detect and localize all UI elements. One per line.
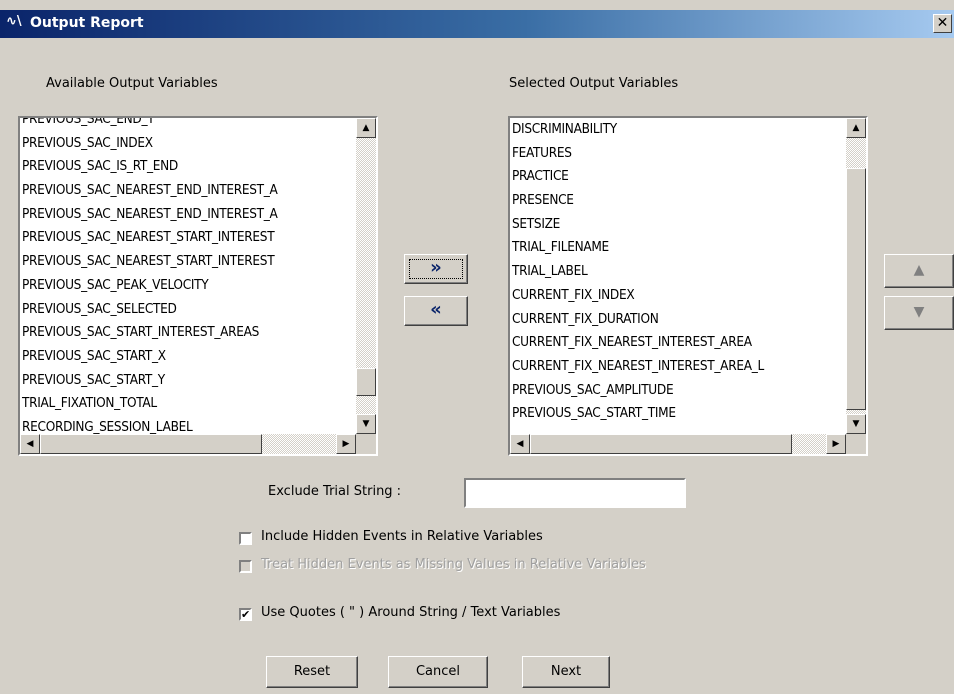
- add-variable-button[interactable]: »: [404, 254, 468, 284]
- available-vertical-scrollbar[interactable]: ▲ ▼: [356, 118, 376, 434]
- selected-scroll-corner: [846, 434, 866, 454]
- list-item[interactable]: PREVIOUS_SAC_IS_RT_END: [20, 155, 356, 179]
- available-scroll-right-button[interactable]: ▶: [336, 434, 356, 454]
- scroll-left-icon: ◀: [516, 439, 524, 449]
- list-item[interactable]: CURRENT_FIX_NEAREST_INTEREST_AREA: [510, 331, 846, 355]
- selected-items-container: DISCRIMINABILITY FEATURES PRACTICE PRESENCE…: [510, 118, 846, 434]
- available-variables-list[interactable]: PREVIOUS_SAC_END_Y PREVIOUS_SAC_INDEX PREV…: [18, 116, 378, 456]
- include-hidden-events-label: Include Hidden Events in Relative Variab…: [261, 529, 543, 544]
- list-item[interactable]: PREVIOUS_SAC_END_Y: [20, 118, 356, 132]
- available-scroll-corner: [356, 434, 376, 454]
- move-up-button[interactable]: ▲: [884, 254, 954, 288]
- exclude-trial-string-input[interactable]: [464, 478, 686, 508]
- remove-variable-button[interactable]: «: [404, 296, 468, 326]
- list-item[interactable]: RECORDING_SESSION_LABEL: [20, 416, 356, 434]
- cancel-button[interactable]: Cancel: [388, 656, 488, 688]
- use-quotes-checkbox[interactable]: ✔: [239, 608, 252, 621]
- list-item[interactable]: PREVIOUS_SAC_START_INTEREST_AREAS: [20, 321, 356, 345]
- check-icon: ✔: [241, 608, 251, 621]
- scroll-down-icon: ▼: [362, 419, 370, 429]
- close-button[interactable]: ✕: [933, 14, 952, 33]
- available-vertical-scroll-thumb[interactable]: [356, 368, 376, 396]
- list-item[interactable]: PREVIOUS_SAC_NEAREST_START_INTEREST: [20, 226, 356, 250]
- selected-scroll-up-button[interactable]: ▲: [846, 118, 866, 138]
- list-item[interactable]: PREVIOUS_SAC_START_TIME: [510, 402, 846, 426]
- list-item[interactable]: TRIAL_FILENAME: [510, 236, 846, 260]
- move-down-button[interactable]: ▼: [884, 296, 954, 330]
- list-item[interactable]: PREVIOUS_SAC_NEAREST_START_INTEREST: [20, 250, 356, 274]
- selected-vertical-scroll-thumb[interactable]: [846, 168, 866, 410]
- scroll-left-icon: ◀: [26, 439, 34, 449]
- available-horizontal-scroll-thumb[interactable]: [40, 434, 262, 454]
- window-title: Output Report: [30, 15, 144, 31]
- list-item[interactable]: PREVIOUS_SAC_NEAREST_END_INTEREST_A: [20, 179, 356, 203]
- list-item[interactable]: PREVIOUS_SAC_PEAK_VELOCITY: [20, 274, 356, 298]
- scroll-up-icon: ▲: [362, 123, 370, 133]
- reset-button[interactable]: Reset: [266, 656, 358, 688]
- list-item[interactable]: PREVIOUS_SAC_INDEX: [20, 132, 356, 156]
- next-button[interactable]: Next: [522, 656, 610, 688]
- list-item[interactable]: CURRENT_FIX_INDEX: [510, 284, 846, 308]
- selected-scroll-left-button[interactable]: ◀: [510, 434, 530, 454]
- triangle-down-icon: ▼: [913, 304, 925, 320]
- include-hidden-events-checkbox[interactable]: [239, 532, 252, 545]
- selected-vertical-scrollbar[interactable]: ▲ ▼: [846, 118, 866, 434]
- focus-rectangle: [409, 259, 463, 279]
- available-scroll-up-button[interactable]: ▲: [356, 118, 376, 138]
- selected-horizontal-scrollbar[interactable]: ◀ ▶: [510, 434, 846, 454]
- available-items-container: PREVIOUS_SAC_END_Y PREVIOUS_SAC_INDEX PREV…: [20, 118, 356, 434]
- exclude-trial-string-label: Exclude Trial String :: [268, 484, 402, 499]
- list-item[interactable]: FEATURES: [510, 142, 846, 166]
- selected-scroll-down-button[interactable]: ▼: [846, 414, 866, 434]
- list-item[interactable]: PRESENCE: [510, 189, 846, 213]
- list-item[interactable]: PREVIOUS_SAC_AMPLITUDE: [510, 379, 846, 403]
- scroll-down-icon: ▼: [852, 419, 860, 429]
- selected-variables-label: Selected Output Variables: [509, 76, 679, 91]
- list-item[interactable]: SETSIZE: [510, 213, 846, 237]
- scroll-right-icon: ▶: [832, 439, 840, 449]
- selected-variables-list[interactable]: DISCRIMINABILITY FEATURES PRACTICE PRESENCE…: [508, 116, 868, 456]
- list-item[interactable]: PREVIOUS_SAC_SELECTED: [20, 298, 356, 322]
- available-scroll-left-button[interactable]: ◀: [20, 434, 40, 454]
- available-horizontal-scrollbar[interactable]: ◀ ▶: [20, 434, 356, 454]
- list-item[interactable]: TRIAL_LABEL: [510, 260, 846, 284]
- list-item[interactable]: PREVIOUS_SAC_NEAREST_END_INTEREST_A: [20, 203, 356, 227]
- close-icon: ✕: [936, 15, 949, 31]
- app-icon: ∿\: [6, 14, 22, 29]
- triangle-up-icon: ▲: [913, 262, 925, 278]
- use-quotes-label: Use Quotes ( " ) Around String / Text Va…: [261, 605, 561, 620]
- available-scroll-down-button[interactable]: ▼: [356, 414, 376, 434]
- treat-hidden-events-checkbox: [239, 560, 252, 573]
- list-item[interactable]: CURRENT_FIX_DURATION: [510, 308, 846, 332]
- list-item[interactable]: PREVIOUS_SAC_START_X: [20, 345, 356, 369]
- list-item[interactable]: PREVIOUS_SAC_START_Y: [20, 369, 356, 393]
- list-item[interactable]: PRACTICE: [510, 165, 846, 189]
- selected-scroll-right-button[interactable]: ▶: [826, 434, 846, 454]
- available-variables-label: Available Output Variables: [46, 76, 218, 91]
- selected-horizontal-scroll-thumb[interactable]: [530, 434, 792, 454]
- list-item[interactable]: CURRENT_FIX_NEAREST_INTEREST_AREA_L: [510, 355, 846, 379]
- list-item[interactable]: DISCRIMINABILITY: [510, 118, 846, 142]
- double-left-arrow-icon: «: [430, 299, 442, 320]
- title-bar: ∿\ Output Report ✕: [0, 10, 954, 38]
- treat-hidden-events-label: Treat Hidden Events as Missing Values in…: [261, 557, 646, 572]
- scroll-right-icon: ▶: [342, 439, 350, 449]
- list-item[interactable]: TRIAL_FIXATION_TOTAL: [20, 392, 356, 416]
- scroll-up-icon: ▲: [852, 123, 860, 133]
